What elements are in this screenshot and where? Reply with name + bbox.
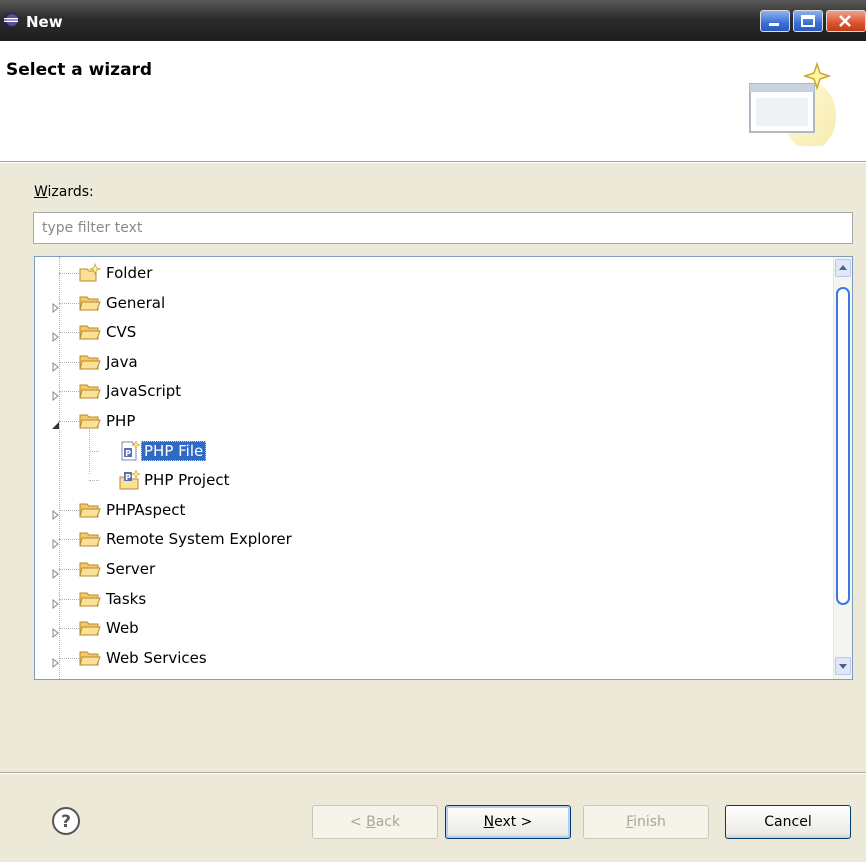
back-button-rest: ack <box>375 814 401 830</box>
tree-item[interactable]: PHP <box>35 407 815 435</box>
svg-text:?: ? <box>61 812 71 832</box>
wizard-header: Select a wizard <box>0 41 866 162</box>
new-wizard-dialog: New Select a wizard Wizards: type filter… <box>0 0 866 862</box>
close-icon <box>839 15 851 27</box>
tree-item-label: General <box>106 293 166 312</box>
tree-connector <box>59 509 79 512</box>
tree-connector <box>59 421 79 423</box>
tree-item-label: Remote System Explorer <box>106 530 292 549</box>
maximize-icon <box>801 15 815 27</box>
tree-connector <box>59 391 79 393</box>
minimize-button[interactable] <box>760 10 790 32</box>
wizards-label-mnemonic: W <box>34 184 48 200</box>
tree-scrollbar[interactable] <box>833 257 852 679</box>
minimize-icon <box>769 23 779 26</box>
finish-button[interactable]: Finish <box>583 805 709 839</box>
svg-text:P: P <box>125 449 131 458</box>
next-button[interactable]: Next > <box>445 805 571 839</box>
tree-item[interactable]: General <box>35 289 815 317</box>
tree-item[interactable]: Folder <box>35 259 815 287</box>
scroll-down-arrow-icon <box>839 664 847 669</box>
tree-item-label: Java <box>106 352 138 371</box>
tree-connector <box>59 628 79 630</box>
folder-icon <box>79 500 101 520</box>
scroll-thumb[interactable] <box>836 287 850 605</box>
cancel-button[interactable]: Cancel <box>725 805 851 839</box>
tree-item[interactable]: Web <box>35 614 815 642</box>
back-button-mnemonic: B <box>366 814 376 830</box>
next-button-rest: ext > <box>494 814 533 830</box>
tree-item-label: Web Services <box>106 648 207 667</box>
filter-input[interactable] <box>40 213 844 243</box>
scroll-down-button[interactable] <box>835 657 851 675</box>
tree-item[interactable]: Remote System Explorer <box>35 525 815 553</box>
tree-item[interactable]: P PHP Project <box>35 466 815 494</box>
tree-item-label: Folder <box>106 264 153 282</box>
tree-item-label: JavaScript <box>106 382 182 401</box>
new-wizard-banner-icon <box>749 61 836 146</box>
tree-connector <box>59 598 79 601</box>
folder-icon <box>79 648 101 668</box>
php-project-icon: P <box>119 469 142 490</box>
footer-separator-highlight <box>0 773 866 774</box>
php-file-icon: P <box>119 439 142 461</box>
tree-connector <box>89 480 99 482</box>
tree-item[interactable]: Server <box>35 555 815 583</box>
tree-item-label: PHP File <box>141 440 207 461</box>
folder-icon <box>79 411 101 431</box>
next-button-mnemonic: N <box>483 814 495 830</box>
folder-new-icon <box>79 262 102 283</box>
folder-icon <box>79 322 101 342</box>
tree-item[interactable]: P PHP File <box>35 437 815 465</box>
filter-field[interactable] <box>33 212 853 244</box>
tree-connector <box>59 539 79 541</box>
tree-connector <box>59 332 79 334</box>
tree-item-label: Web <box>106 619 139 638</box>
header-separator <box>0 162 866 163</box>
eclipse-icon <box>3 12 19 28</box>
wizard-tree[interactable]: Folder General CVS Java JavaScript PHP P PHP Fi… <box>34 256 853 680</box>
folder-icon <box>79 559 101 579</box>
back-button-prefix: < <box>349 814 367 830</box>
tree-item[interactable]: Web Services <box>35 644 815 672</box>
folder-icon <box>79 381 101 401</box>
tree-item-label: CVS <box>106 323 137 342</box>
tree-item-label: PHPAspect <box>106 500 186 519</box>
tree-item-label: Tasks <box>106 589 147 608</box>
tree-item-label: PHP Project <box>144 471 230 490</box>
folder-icon <box>79 618 101 638</box>
tree-item[interactable]: CVS <box>35 318 815 346</box>
tree-connector <box>59 361 79 364</box>
finish-button-rest: inish <box>633 814 666 830</box>
tree-connector <box>59 302 79 305</box>
tree-connector <box>89 450 99 453</box>
tree-item[interactable]: JavaScript <box>35 377 815 405</box>
folder-icon <box>79 589 101 609</box>
scroll-up-button[interactable] <box>835 259 851 277</box>
tree-connector <box>59 569 79 571</box>
tree-item[interactable]: PHPAspect <box>35 496 815 524</box>
tree-connector <box>59 273 79 275</box>
folder-icon <box>79 529 101 549</box>
scroll-up-arrow-icon <box>839 265 847 270</box>
help-icon[interactable]: ? <box>51 806 81 836</box>
folder-icon <box>79 293 101 313</box>
page-title: Select a wizard <box>6 60 153 80</box>
tree-item[interactable]: Tasks <box>35 585 815 613</box>
back-button[interactable]: < Back <box>312 805 438 839</box>
tree-item-label: Server <box>106 560 156 578</box>
tree-connector <box>59 657 79 660</box>
svg-text:P: P <box>125 473 131 482</box>
wizards-label-rest: izards: <box>47 184 94 200</box>
title-bar[interactable]: New <box>0 0 866 41</box>
wizards-label: Wizards: <box>34 184 94 200</box>
close-button[interactable] <box>826 10 866 32</box>
window-title: New <box>26 13 63 31</box>
maximize-button[interactable] <box>793 10 823 32</box>
folder-icon <box>79 352 101 372</box>
tree-item-label: PHP <box>106 412 136 430</box>
tree-item[interactable]: Java <box>35 348 815 376</box>
